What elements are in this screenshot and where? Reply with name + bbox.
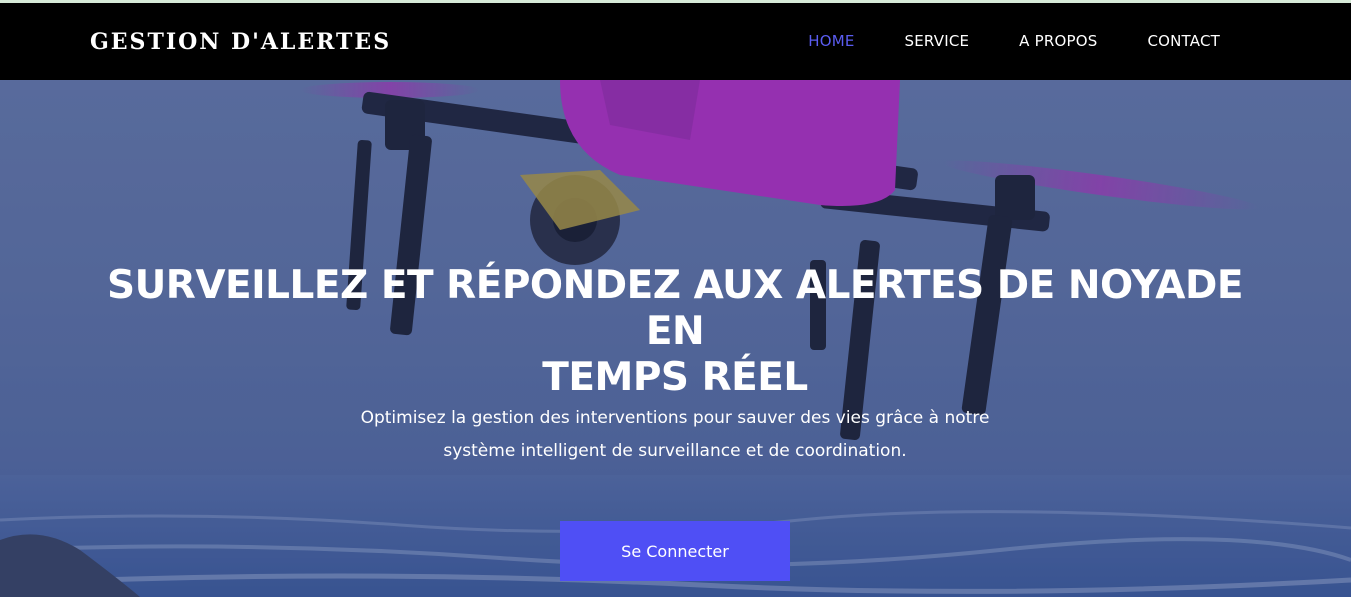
- nav-contact[interactable]: CONTACT: [1147, 32, 1220, 50]
- nav-home[interactable]: HOME: [808, 32, 854, 50]
- brand-logo[interactable]: GESTION D'ALERTES: [90, 29, 391, 55]
- hero-section: SURVEILLEZ ET RÉPONDEZ AUX ALERTES DE NO…: [0, 80, 1351, 597]
- se-connecter-button[interactable]: Se Connecter: [560, 521, 790, 581]
- hero-subtitle: Optimisez la gestion des interventions p…: [300, 402, 1050, 468]
- hero-title-line-1: SURVEILLEZ ET RÉPONDEZ AUX ALERTES DE NO…: [107, 263, 1243, 354]
- nav-service[interactable]: SERVICE: [905, 32, 970, 50]
- hero-title-line-2: TEMPS RÉEL: [542, 355, 808, 400]
- nav-a-propos[interactable]: A PROPOS: [1019, 32, 1097, 50]
- landing-page: GESTION D'ALERTES HOME SERVICE A PROPOS …: [0, 0, 1351, 597]
- navbar: GESTION D'ALERTES HOME SERVICE A PROPOS …: [0, 3, 1351, 80]
- hero-title: SURVEILLEZ ET RÉPONDEZ AUX ALERTES DE NO…: [80, 263, 1270, 401]
- main-nav: HOME SERVICE A PROPOS CONTACT: [808, 32, 1220, 50]
- hero-subtitle-line-2: système intelligent de surveillance et d…: [443, 441, 907, 461]
- hero-subtitle-line-1: Optimisez la gestion des interventions p…: [360, 408, 990, 428]
